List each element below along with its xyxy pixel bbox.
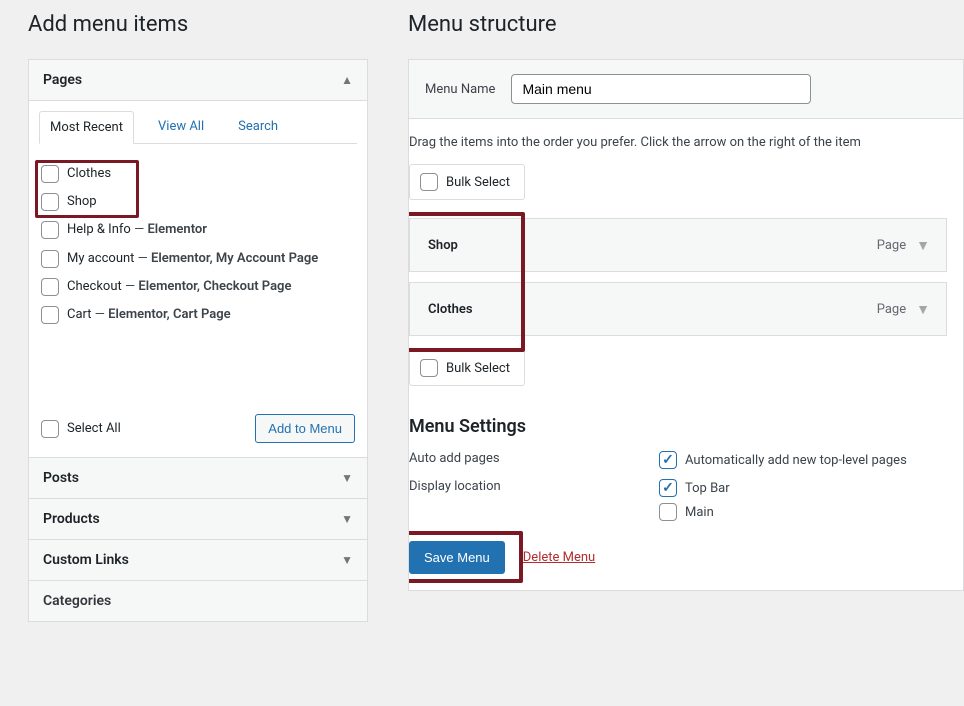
delete-menu-link[interactable]: Delete Menu xyxy=(523,550,595,565)
auto-add-option: Automatically add new top-level pages xyxy=(685,453,907,468)
menu-item-type: Page xyxy=(877,238,906,253)
menu-item-clothes[interactable]: Clothes Page ▼ xyxy=(409,282,947,336)
page-meta: Elementor xyxy=(147,222,207,237)
pages-tabs: Most Recent View All Search xyxy=(39,111,357,144)
menu-item-title: Shop xyxy=(428,238,458,253)
accordion: Pages ▲ Most Recent View All Search xyxy=(28,59,368,622)
tab-search[interactable]: Search xyxy=(228,111,288,143)
menu-name-input[interactable] xyxy=(511,74,811,104)
checkbox-cart[interactable] xyxy=(41,306,59,324)
checkbox-help[interactable] xyxy=(41,221,59,239)
location-main: Main xyxy=(685,505,714,520)
page-row: Cart — Elementor, Cart Page xyxy=(39,301,353,329)
chevron-down-icon[interactable]: ▼ xyxy=(916,237,930,254)
checkbox-select-all[interactable] xyxy=(41,420,59,438)
checkbox-auto-add[interactable]: ✓ xyxy=(659,451,677,469)
add-items-heading: Add menu items xyxy=(28,12,368,37)
bulk-select-label: Bulk Select xyxy=(446,361,510,376)
tab-view-all[interactable]: View All xyxy=(148,111,214,143)
page-label: Cart xyxy=(67,307,92,322)
checkbox-checkout[interactable] xyxy=(41,278,59,296)
acc-categories-header[interactable]: Categories xyxy=(29,580,367,621)
menu-frame: Menu Name Drag the items into the order … xyxy=(408,59,964,591)
checkbox-topbar[interactable]: ✓ xyxy=(659,479,677,497)
instructions-text: Drag the items into the order you prefer… xyxy=(409,135,947,150)
chevron-down-icon[interactable]: ▼ xyxy=(916,301,930,318)
chevron-down-icon: ▼ xyxy=(341,553,353,567)
page-meta: Elementor, Cart Page xyxy=(108,307,231,322)
acc-posts-header[interactable]: Posts ▼ xyxy=(29,457,367,498)
chevron-up-icon: ▲ xyxy=(341,73,353,87)
location-topbar: Top Bar xyxy=(685,481,730,496)
page-meta: Elementor, My Account Page xyxy=(151,251,318,266)
acc-customlinks-header[interactable]: Custom Links ▼ xyxy=(29,539,367,580)
checkbox-main[interactable] xyxy=(659,503,677,521)
acc-customlinks-label: Custom Links xyxy=(43,552,129,568)
menu-name-label: Menu Name xyxy=(425,82,495,97)
bulk-checkbox-icon xyxy=(420,359,438,377)
pages-checklist[interactable]: Clothes Shop Help & Info — xyxy=(39,154,357,400)
page-row: Checkout — Elementor, Checkout Page xyxy=(39,273,353,301)
acc-pages-header[interactable]: Pages ▲ xyxy=(29,60,367,100)
chevron-down-icon: ▼ xyxy=(341,512,353,526)
acc-products-header[interactable]: Products ▼ xyxy=(29,498,367,539)
select-all-label: Select All xyxy=(67,421,121,436)
menu-settings-heading: Menu Settings xyxy=(409,416,947,437)
page-row: Clothes xyxy=(39,160,353,188)
page-label: Help & Info xyxy=(67,222,131,237)
checkbox-clothes[interactable] xyxy=(41,165,59,183)
menu-structure-heading: Menu structure xyxy=(408,12,964,37)
page-row: My account — Elementor, My Account Page xyxy=(39,245,353,273)
auto-add-label: Auto add pages xyxy=(409,451,659,466)
page-meta: Elementor, Checkout Page xyxy=(138,279,291,294)
display-location-label: Display location xyxy=(409,479,659,494)
tab-most-recent[interactable]: Most Recent xyxy=(39,111,134,144)
acc-categories-label: Categories xyxy=(43,593,111,609)
page-label: Clothes xyxy=(67,165,111,183)
acc-products-label: Products xyxy=(43,511,100,527)
bulk-select-top[interactable]: Bulk Select xyxy=(409,164,525,200)
add-to-menu-button[interactable]: Add to Menu xyxy=(255,414,355,443)
page-label: Shop xyxy=(67,193,97,211)
bulk-select-bottom[interactable]: Bulk Select xyxy=(409,350,525,386)
save-menu-button[interactable]: Save Menu xyxy=(409,541,505,574)
page-label: Checkout xyxy=(67,279,122,294)
page-label: My account xyxy=(67,251,134,266)
page-row: Shop xyxy=(39,188,353,216)
acc-pages-body: Most Recent View All Search Clothes xyxy=(29,100,367,457)
menu-item-shop[interactable]: Shop Page ▼ xyxy=(409,218,947,272)
checkbox-shop[interactable] xyxy=(41,193,59,211)
bulk-select-label: Bulk Select xyxy=(446,175,510,190)
acc-pages-label: Pages xyxy=(43,72,82,88)
acc-posts-label: Posts xyxy=(43,470,79,486)
page-row: Help & Info — Elementor xyxy=(39,216,353,244)
chevron-down-icon: ▼ xyxy=(341,471,353,485)
menu-item-type: Page xyxy=(877,302,906,317)
menu-item-title: Clothes xyxy=(428,302,473,317)
bulk-checkbox-icon xyxy=(420,173,438,191)
checkbox-account[interactable] xyxy=(41,250,59,268)
